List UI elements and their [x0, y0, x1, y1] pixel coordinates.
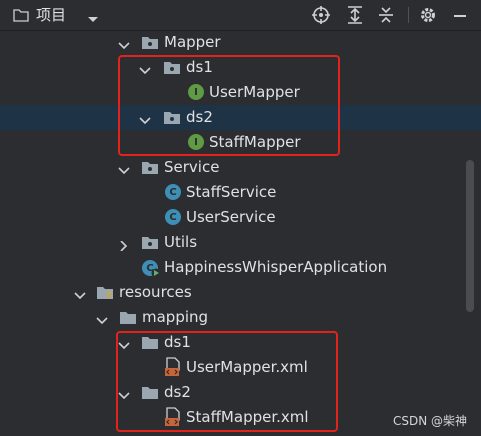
tree-item-utils[interactable]: Utils: [0, 230, 481, 255]
gear-icon[interactable]: [418, 5, 438, 29]
project-toolbar: 项目: [0, 0, 481, 31]
locate-icon[interactable]: [311, 5, 331, 29]
tree-item-mapper[interactable]: Mapper: [0, 30, 481, 55]
chevron-down-icon[interactable]: [118, 37, 130, 55]
resources-folder-icon: [96, 284, 114, 304]
folder-icon: [119, 309, 137, 329]
chevron-down-icon[interactable]: [87, 10, 99, 28]
tree-item-resources[interactable]: resources: [0, 280, 481, 305]
panel-title[interactable]: 项目: [36, 4, 66, 25]
vertical-scrollbar[interactable]: [466, 160, 474, 312]
tree-item-label: StaffService: [186, 183, 277, 201]
run-icon: [151, 268, 161, 278]
tree-item-label: HappinessWhisperApplication: [164, 258, 388, 276]
chevron-down-icon[interactable]: [74, 287, 86, 305]
tree-item-userservice[interactable]: C UserService: [0, 205, 481, 230]
package-folder-icon: [141, 234, 159, 254]
tree-item-label: resources: [119, 283, 192, 301]
tree-item-label: UserService: [186, 208, 276, 226]
chevron-right-icon[interactable]: [118, 237, 130, 255]
collapse-all-icon[interactable]: [376, 5, 396, 29]
highlight-box-xml-mappers: [116, 331, 338, 432]
tree-item-label: Mapper: [164, 33, 221, 51]
package-folder-icon: [141, 34, 159, 54]
tree-item-label: Utils: [164, 233, 198, 251]
tree-item-staffservice[interactable]: C StaffService: [0, 180, 481, 205]
expand-all-icon[interactable]: [345, 5, 365, 29]
class-icon: C: [165, 184, 181, 200]
spring-boot-app-icon: C: [142, 259, 162, 278]
class-icon: C: [165, 209, 181, 225]
tree-item-mapping[interactable]: mapping: [0, 305, 481, 330]
tree-item-label: mapping: [142, 308, 209, 326]
minimize-icon[interactable]: [450, 5, 470, 29]
tree-item-label: Service: [164, 158, 220, 176]
toolbar-separator: [408, 7, 409, 23]
highlight-box-java-mappers: [118, 55, 340, 156]
chevron-down-icon[interactable]: [118, 162, 130, 180]
folder-icon: [13, 8, 29, 26]
watermark: CSDN @柴神: [393, 414, 468, 428]
chevron-down-icon[interactable]: [96, 312, 108, 330]
package-folder-icon: [141, 159, 159, 179]
tree-item-service[interactable]: Service: [0, 155, 481, 180]
tree-item-happinesswhisperapplication[interactable]: C HappinessWhisperApplication: [0, 255, 481, 280]
